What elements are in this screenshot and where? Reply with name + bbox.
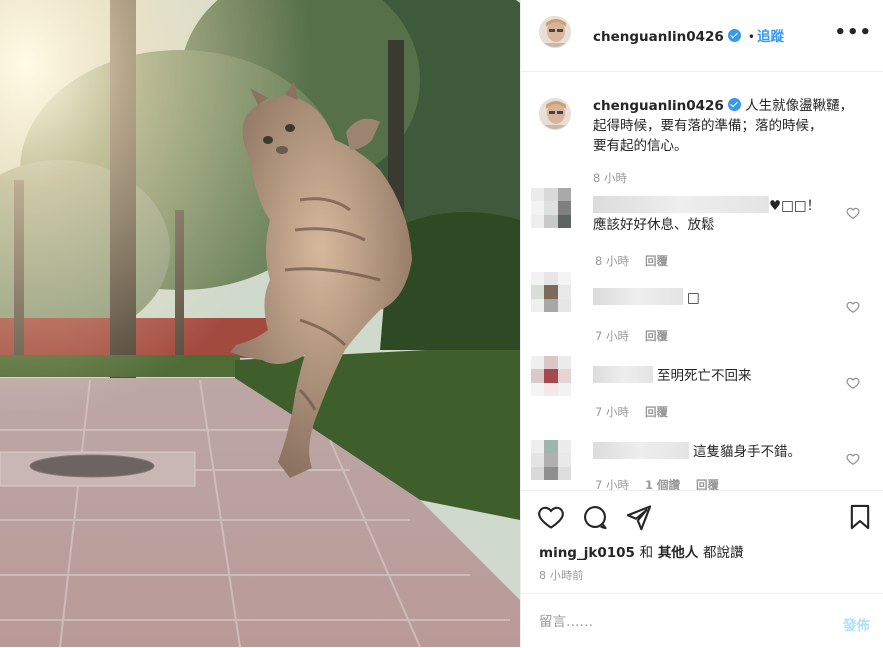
commenter-avatar[interactable] xyxy=(531,272,571,312)
comment-body: ♥□□！ 應該好好休息、放鬆 xyxy=(593,196,820,235)
caption-line-1: chenguanlin0426 人生就像盪鞦韆， xyxy=(593,96,863,116)
reply-button[interactable]: 回覆 xyxy=(696,478,719,490)
avatar[interactable] xyxy=(539,16,571,48)
blurred-username xyxy=(593,288,683,305)
comment-meta: 7 小時 回覆 xyxy=(595,401,668,420)
liker-username[interactable]: ming_jk0105 xyxy=(539,545,635,561)
comment-item: 至明死亡不回来 7 小時 回覆 xyxy=(521,354,883,430)
bookmark-icon[interactable] xyxy=(846,503,874,531)
cat-jumping-photo xyxy=(0,0,520,647)
commenter-avatar[interactable] xyxy=(531,356,571,396)
more-options-icon[interactable]: ••• xyxy=(834,22,872,43)
heart-icon[interactable] xyxy=(846,376,860,390)
comment-text: 這隻貓身手不錯。 xyxy=(693,444,801,460)
reply-button[interactable]: 回覆 xyxy=(645,405,668,419)
add-comment-bar: 發佈 xyxy=(521,593,883,648)
post-caption: chenguanlin0426 人生就像盪鞦韆， 起得時候，要有落的準備；落的時… xyxy=(593,96,863,188)
caption-text-2: 起得時候，要有落的準備；落的時候， xyxy=(593,118,823,134)
comment-text: ♥□□！ xyxy=(769,198,821,214)
heart-icon[interactable] xyxy=(537,503,565,531)
header-separator: • xyxy=(747,30,755,44)
caption-time: 8 小時 xyxy=(593,171,627,185)
heart-icon[interactable] xyxy=(846,206,860,220)
blurred-username xyxy=(593,366,653,383)
header-user-line: chenguanlin0426 • 追蹤 xyxy=(593,25,784,45)
post-photo[interactable] xyxy=(0,0,520,647)
comment-icon[interactable] xyxy=(581,503,609,531)
share-icon[interactable] xyxy=(625,503,653,531)
comment-text: 至明死亡不回来 xyxy=(657,368,752,384)
comment-time: 7 小時 xyxy=(595,329,629,343)
likes-suffix: 都說讚 xyxy=(703,545,744,561)
comment-text: □ xyxy=(687,290,700,306)
post-comment-button[interactable]: 發佈 xyxy=(843,614,870,634)
likes-summary: ming_jk0105 和 其他人 都說讚 xyxy=(539,541,744,561)
blurred-username xyxy=(593,442,689,459)
comment-item: 這隻貓身手不錯。 7 小時 1 個讚 回覆 xyxy=(521,438,883,490)
caption-avatar[interactable] xyxy=(539,98,571,130)
heart-icon[interactable] xyxy=(846,452,860,466)
comment-meta: 7 小時 回覆 xyxy=(595,325,668,344)
comment-time: 8 小時 xyxy=(595,254,629,268)
comment-body: 至明死亡不回来 xyxy=(593,366,752,386)
commenter-avatar[interactable] xyxy=(531,188,571,228)
verified-badge-icon xyxy=(727,98,741,111)
comment-item: □ 7 小時 回覆 xyxy=(521,270,883,346)
post-panel: chenguanlin0426 • 追蹤 ••• chenguanlin0426 … xyxy=(520,0,883,647)
comment-time: 7 小時 xyxy=(595,478,629,490)
post-actions: ming_jk0105 和 其他人 都說讚 8 小時前 發佈 xyxy=(521,490,883,647)
comment-body: □ xyxy=(593,288,700,308)
header-username[interactable]: chenguanlin0426 xyxy=(593,29,724,45)
caption-text-3: 要有起的信心。 xyxy=(593,138,688,154)
comment-meta: 8 小時 回覆 xyxy=(595,250,668,269)
comment-body: 這隻貓身手不錯。 xyxy=(593,442,801,462)
comment-input[interactable] xyxy=(537,610,811,634)
blurred-username xyxy=(593,196,769,213)
comment-item: ♥□□！ 應該好好休息、放鬆 8 小時 回覆 xyxy=(521,186,883,268)
verified-badge-icon xyxy=(727,29,741,42)
comment-meta: 7 小時 1 個讚 回覆 xyxy=(595,474,719,490)
reply-button[interactable]: 回覆 xyxy=(645,254,668,268)
likes-others-link[interactable]: 其他人 xyxy=(658,545,699,561)
likes-and: 和 xyxy=(639,545,654,561)
heart-icon[interactable] xyxy=(846,300,860,314)
post-header: chenguanlin0426 • 追蹤 ••• xyxy=(521,0,883,72)
reply-button[interactable]: 回覆 xyxy=(645,329,668,343)
comment-time: 7 小時 xyxy=(595,405,629,419)
comment-text-line-2: 應該好好休息、放鬆 xyxy=(593,217,715,233)
caption-text-1: 人生就像盪鞦韆， xyxy=(745,98,854,114)
comment-likes[interactable]: 1 個讚 xyxy=(645,478,680,490)
avatar-image xyxy=(540,99,570,129)
post-time-ago: 8 小時前 xyxy=(539,569,584,582)
commenter-avatar[interactable] xyxy=(531,440,571,480)
avatar-image xyxy=(540,17,570,47)
caption-username[interactable]: chenguanlin0426 xyxy=(593,98,724,114)
follow-button[interactable]: 追蹤 xyxy=(757,29,784,45)
